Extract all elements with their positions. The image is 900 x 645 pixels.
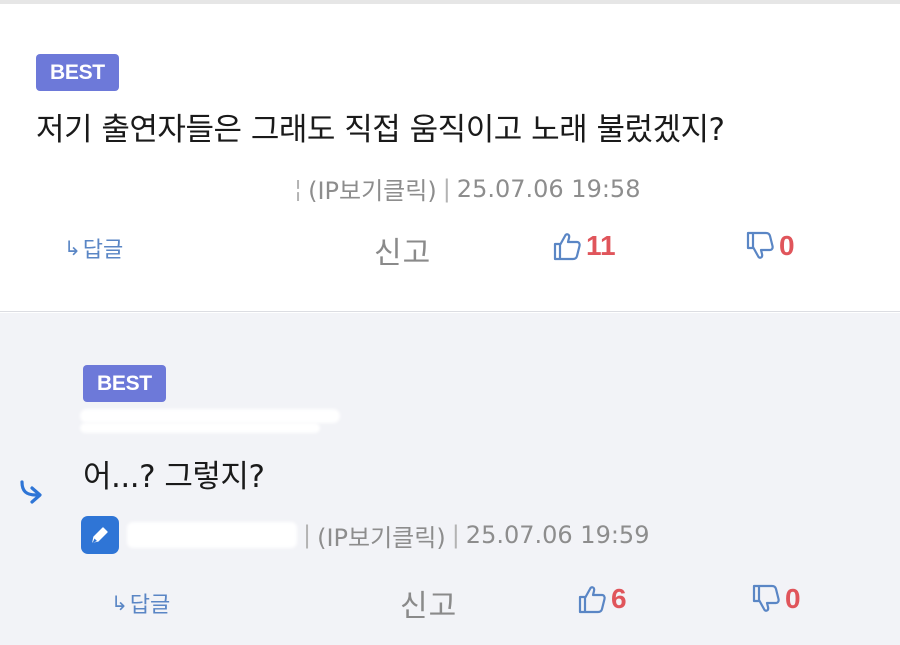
ip-view-link[interactable]: (IP보기클릭) xyxy=(317,518,446,553)
like-count: 6 xyxy=(611,583,627,614)
like-button[interactable]: 6 xyxy=(577,583,627,615)
ip-view-link[interactable]: (IP보기클릭) xyxy=(308,171,437,206)
meta-separator: ¦ xyxy=(294,174,303,203)
best-badge: BEST xyxy=(36,54,119,91)
reply-comment-item: BEST 어...? 그렇지? | (IP보기클릭) | 25.07.06 19… xyxy=(0,313,900,645)
author-edit-icon xyxy=(81,516,119,554)
reply-button[interactable]: ↳ 답글 xyxy=(64,232,123,264)
reply-label: 답글 xyxy=(129,593,171,618)
redacted-parent-username xyxy=(80,423,320,433)
reply-button[interactable]: ↳ 답글 xyxy=(111,587,170,619)
redacted-username xyxy=(127,522,297,548)
comment-text: 저기 출연자들은 그래도 직접 움직이고 노래 불렀겠지? xyxy=(36,112,725,148)
comment-datetime: 25.07.06 19:59 xyxy=(465,521,650,549)
meta-separator: | xyxy=(451,521,460,549)
report-label: 신고 xyxy=(374,236,432,271)
dislike-button[interactable]: 0 xyxy=(745,230,795,262)
thumbs-down-icon xyxy=(752,584,780,612)
dislike-count: 0 xyxy=(785,583,801,614)
reply-label: 답글 xyxy=(82,238,124,263)
comment-datetime: 25.07.06 19:58 xyxy=(456,174,641,203)
redacted-username xyxy=(36,175,288,202)
reply-arrow-icon: ↳ xyxy=(64,236,81,260)
comment-meta: | (IP보기클릭) | 25.07.06 19:59 xyxy=(81,516,649,554)
reply-indicator-icon xyxy=(20,480,42,504)
dislike-count: 0 xyxy=(779,230,795,261)
meta-separator: | xyxy=(442,174,451,203)
thumbs-up-icon xyxy=(553,233,581,261)
best-badge: BEST xyxy=(83,365,166,402)
comment-item: BEST 저기 출연자들은 그래도 직접 움직이고 노래 불렀겠지? ¦ (IP… xyxy=(0,4,900,312)
report-button[interactable]: 신고 xyxy=(400,581,457,625)
dislike-button[interactable]: 0 xyxy=(751,583,801,615)
comment-text: 어...? 그렇지? xyxy=(83,459,265,495)
report-label: 신고 xyxy=(400,589,458,624)
reply-arrow-icon: ↳ xyxy=(111,591,128,615)
thumbs-down-icon xyxy=(746,231,774,259)
report-button[interactable]: 신고 xyxy=(374,228,431,272)
redacted-parent-username xyxy=(80,409,340,423)
comment-meta: ¦ (IP보기클릭) | 25.07.06 19:58 xyxy=(36,171,640,206)
like-count: 11 xyxy=(586,230,616,261)
meta-separator: | xyxy=(303,521,312,549)
like-button[interactable]: 11 xyxy=(552,230,616,262)
thumbs-up-icon xyxy=(578,586,606,614)
